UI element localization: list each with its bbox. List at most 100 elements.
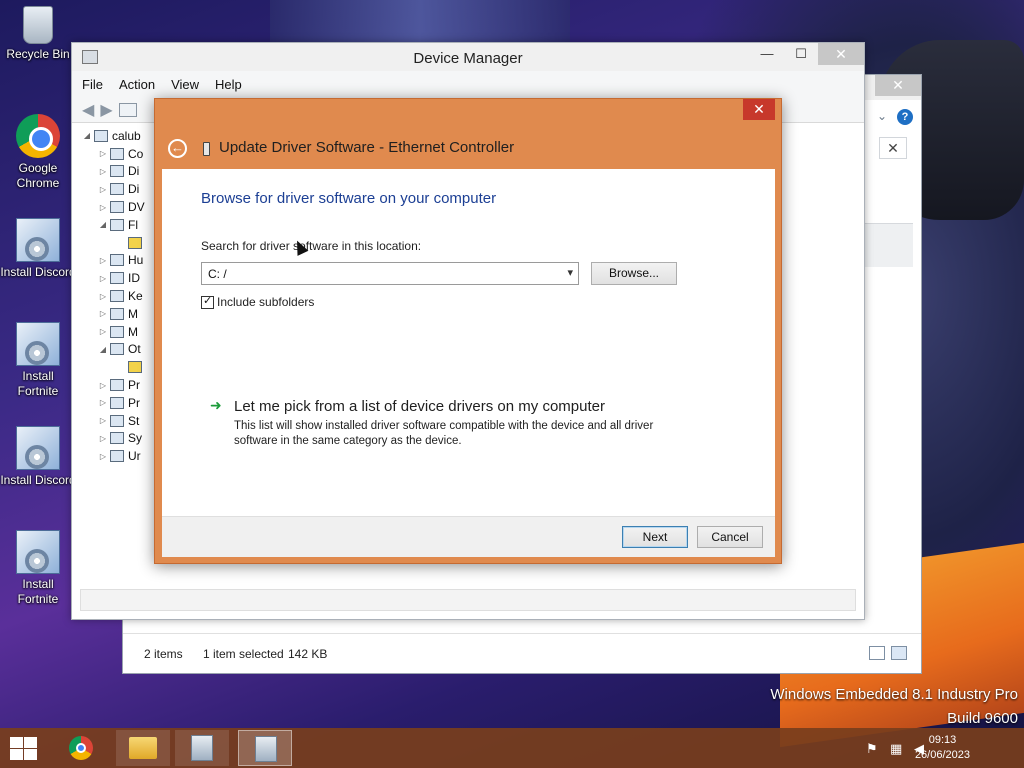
browse-button[interactable]: Browse...	[591, 262, 677, 285]
device-category-icon	[110, 147, 124, 160]
help-icon[interactable]: ?	[897, 109, 913, 125]
chrome-icon	[69, 736, 93, 760]
desktop-icon-label: Recycle Bin	[6, 47, 70, 61]
include-subfolders-checkbox[interactable]	[201, 294, 214, 309]
expand-icon[interactable]: ▷	[96, 292, 110, 301]
close-button[interactable]: ✕	[818, 43, 864, 65]
dialog-close-button[interactable]: ✕	[743, 99, 775, 120]
expand-icon[interactable]: ▷	[96, 416, 110, 425]
include-subfolders-label[interactable]: Include subfolders	[217, 295, 314, 309]
device-category-icon	[110, 183, 124, 196]
action-center-flag-icon[interactable]: ⚑	[866, 741, 878, 757]
expand-icon[interactable]: ▷	[96, 167, 110, 176]
windows-logo-icon	[10, 749, 23, 760]
installer-icon	[191, 735, 213, 761]
expand-icon[interactable]: ▷	[96, 149, 110, 158]
taskbar-installer[interactable]	[175, 730, 229, 766]
expand-icon[interactable]: ▷	[96, 327, 110, 336]
details-view-icon[interactable]	[869, 646, 885, 660]
search-clear-button[interactable]: ✕	[879, 137, 907, 159]
next-button[interactable]: Next	[622, 526, 688, 548]
network-disconnected-icon[interactable]: ▦	[890, 741, 902, 757]
desktop-icon-recycle-bin[interactable]: Recycle Bin	[0, 6, 76, 62]
chevron-down-icon[interactable]: ▾	[567, 266, 573, 279]
start-button[interactable]	[8, 736, 38, 760]
maximize-button[interactable]: ☐	[784, 43, 818, 65]
expand-icon[interactable]: ▷	[96, 381, 110, 390]
driver-path-value[interactable]: C: /	[208, 267, 227, 281]
clock-time: 09:13	[928, 734, 957, 746]
collapse-icon[interactable]: ◢	[96, 345, 110, 354]
expand-icon[interactable]: ▷	[96, 452, 110, 461]
large-icons-view-icon[interactable]	[891, 646, 907, 660]
desktop-icon-label: Install Discord	[0, 265, 76, 279]
installer-icon	[16, 426, 60, 470]
menu-action[interactable]: Action	[119, 77, 155, 92]
tree-item-label: M	[128, 306, 138, 321]
collapse-icon[interactable]: ◢	[80, 131, 94, 140]
keyboard-icon	[110, 290, 124, 303]
device-manager-statusbar	[80, 589, 856, 611]
installer-icon	[16, 218, 60, 262]
taskbar-file-explorer[interactable]	[116, 730, 170, 766]
taskbar-chrome[interactable]	[54, 730, 108, 766]
desktop-icon-label: Google Chrome	[16, 161, 60, 190]
cancel-button[interactable]: Cancel	[697, 526, 763, 548]
expand-icon[interactable]: ▷	[96, 256, 110, 265]
desktop-icon-install-fortnite[interactable]: Install Fortnite	[0, 530, 76, 607]
installer-icon	[16, 322, 60, 366]
include-subfolders-row[interactable]: Include subfolders	[201, 294, 314, 309]
driver-path-combobox[interactable]: C: / ▾	[201, 262, 579, 285]
tree-root-label: calub	[112, 128, 141, 143]
network-device-icon	[203, 142, 210, 156]
expand-icon[interactable]: ▷	[96, 274, 110, 283]
desktop-icon-label: Install Discord	[0, 473, 76, 487]
window-title: Device Manager	[413, 50, 523, 67]
warning-device-icon	[128, 361, 142, 374]
desktop-icon-install-fortnite[interactable]: Install Fortnite	[0, 322, 76, 399]
taskbar: ⚑ ▦ ◀ 09:13 26/06/2023	[0, 728, 1024, 768]
expand-icon[interactable]: ▷	[96, 398, 110, 407]
tree-item-label: Ur	[128, 449, 141, 464]
dialog-title: Update Driver Software - Ethernet Contro…	[219, 139, 515, 156]
tree-item-label: DV	[128, 200, 145, 215]
desktop-icon-install-discord[interactable]: Install Discord	[0, 218, 76, 280]
pick-from-list-link[interactable]: Let me pick from a list of device driver…	[234, 398, 605, 415]
device-manager-titlebar[interactable]: Device Manager — ☐ ✕	[72, 43, 864, 71]
explorer-close-button[interactable]: ✕	[875, 75, 921, 96]
storage-icon	[110, 414, 124, 427]
back-arrow-icon[interactable]: ←	[168, 139, 187, 158]
properties-icon[interactable]	[118, 102, 137, 117]
chevron-down-icon[interactable]: ⌄	[877, 109, 887, 123]
os-watermark: Windows Embedded 8.1 Industry Pro Build …	[770, 683, 1018, 731]
minimize-button[interactable]: —	[750, 43, 784, 65]
tree-item-label: Pr	[128, 395, 140, 410]
device-manager-icon	[255, 736, 277, 762]
desktop-icon-google-chrome[interactable]: Google Chrome	[0, 114, 76, 191]
menu-view[interactable]: View	[171, 77, 199, 92]
menu-bar: File Action View Help	[72, 71, 864, 97]
expand-icon[interactable]: ▷	[96, 185, 110, 194]
usb-icon	[110, 450, 124, 463]
green-arrow-icon: ➜	[210, 397, 222, 413]
update-driver-dialog[interactable]: ✕ ← Update Driver Software - Ethernet Co…	[154, 98, 782, 564]
menu-file[interactable]: File	[82, 77, 103, 92]
expand-icon[interactable]: ▷	[96, 309, 110, 318]
taskbar-device-manager[interactable]	[238, 730, 292, 766]
expand-icon[interactable]: ▷	[96, 203, 110, 212]
expand-icon[interactable]: ▷	[96, 434, 110, 443]
menu-help[interactable]: Help	[215, 77, 242, 92]
back-arrow-icon[interactable]: ◀	[82, 100, 94, 120]
tree-item-label: Hu	[128, 253, 144, 268]
forward-arrow-icon[interactable]: ▶	[100, 100, 112, 120]
processor-icon	[110, 396, 124, 409]
windows-logo-icon	[10, 737, 23, 748]
collapse-icon[interactable]: ◢	[96, 220, 110, 229]
tree-item-label: Fl	[128, 217, 138, 232]
status-item-count: 2 items	[144, 647, 183, 661]
taskbar-clock[interactable]: 09:13 26/06/2023	[915, 733, 970, 763]
os-edition: Windows Embedded 8.1 Industry Pro	[770, 686, 1018, 703]
desktop-icon-install-discord[interactable]: Install Discord	[0, 426, 76, 488]
windows-logo-icon	[24, 737, 37, 748]
explorer-statusbar: 2 items 1 item selected 142 KB	[123, 633, 921, 673]
